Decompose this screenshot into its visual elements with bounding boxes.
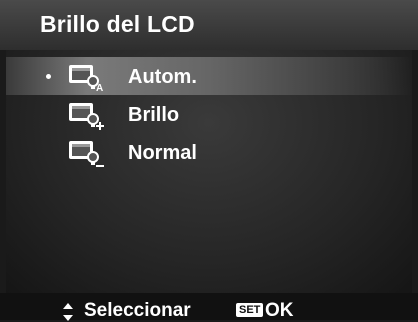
menu-item-normal[interactable]: Normal bbox=[6, 133, 412, 171]
select-hint-label: Seleccionar bbox=[84, 300, 191, 321]
menu-item-label: Brillo bbox=[128, 104, 180, 126]
svg-text:A: A bbox=[96, 83, 103, 92]
menu-item-label: Autom. bbox=[128, 66, 197, 88]
lcd-brightness-bright-icon bbox=[69, 103, 104, 130]
up-down-arrows-icon bbox=[63, 303, 73, 321]
selection-bullet-icon bbox=[46, 74, 51, 79]
menu-panel: A Autom. Brillo Normal bbox=[6, 50, 412, 293]
menu-item-autom[interactable]: A Autom. bbox=[6, 57, 412, 95]
page-title: Brillo del LCD bbox=[40, 11, 195, 37]
ok-hint-label: OK bbox=[265, 300, 294, 321]
lcd-brightness-auto-icon: A bbox=[69, 65, 103, 92]
menu-item-label: Normal bbox=[128, 142, 197, 164]
set-button-badge: SET bbox=[236, 303, 264, 317]
menu-item-brillo[interactable]: Brillo bbox=[6, 95, 412, 133]
lcd-brightness-normal-icon bbox=[69, 141, 104, 167]
title-bar: Brillo del LCD bbox=[0, 0, 418, 51]
